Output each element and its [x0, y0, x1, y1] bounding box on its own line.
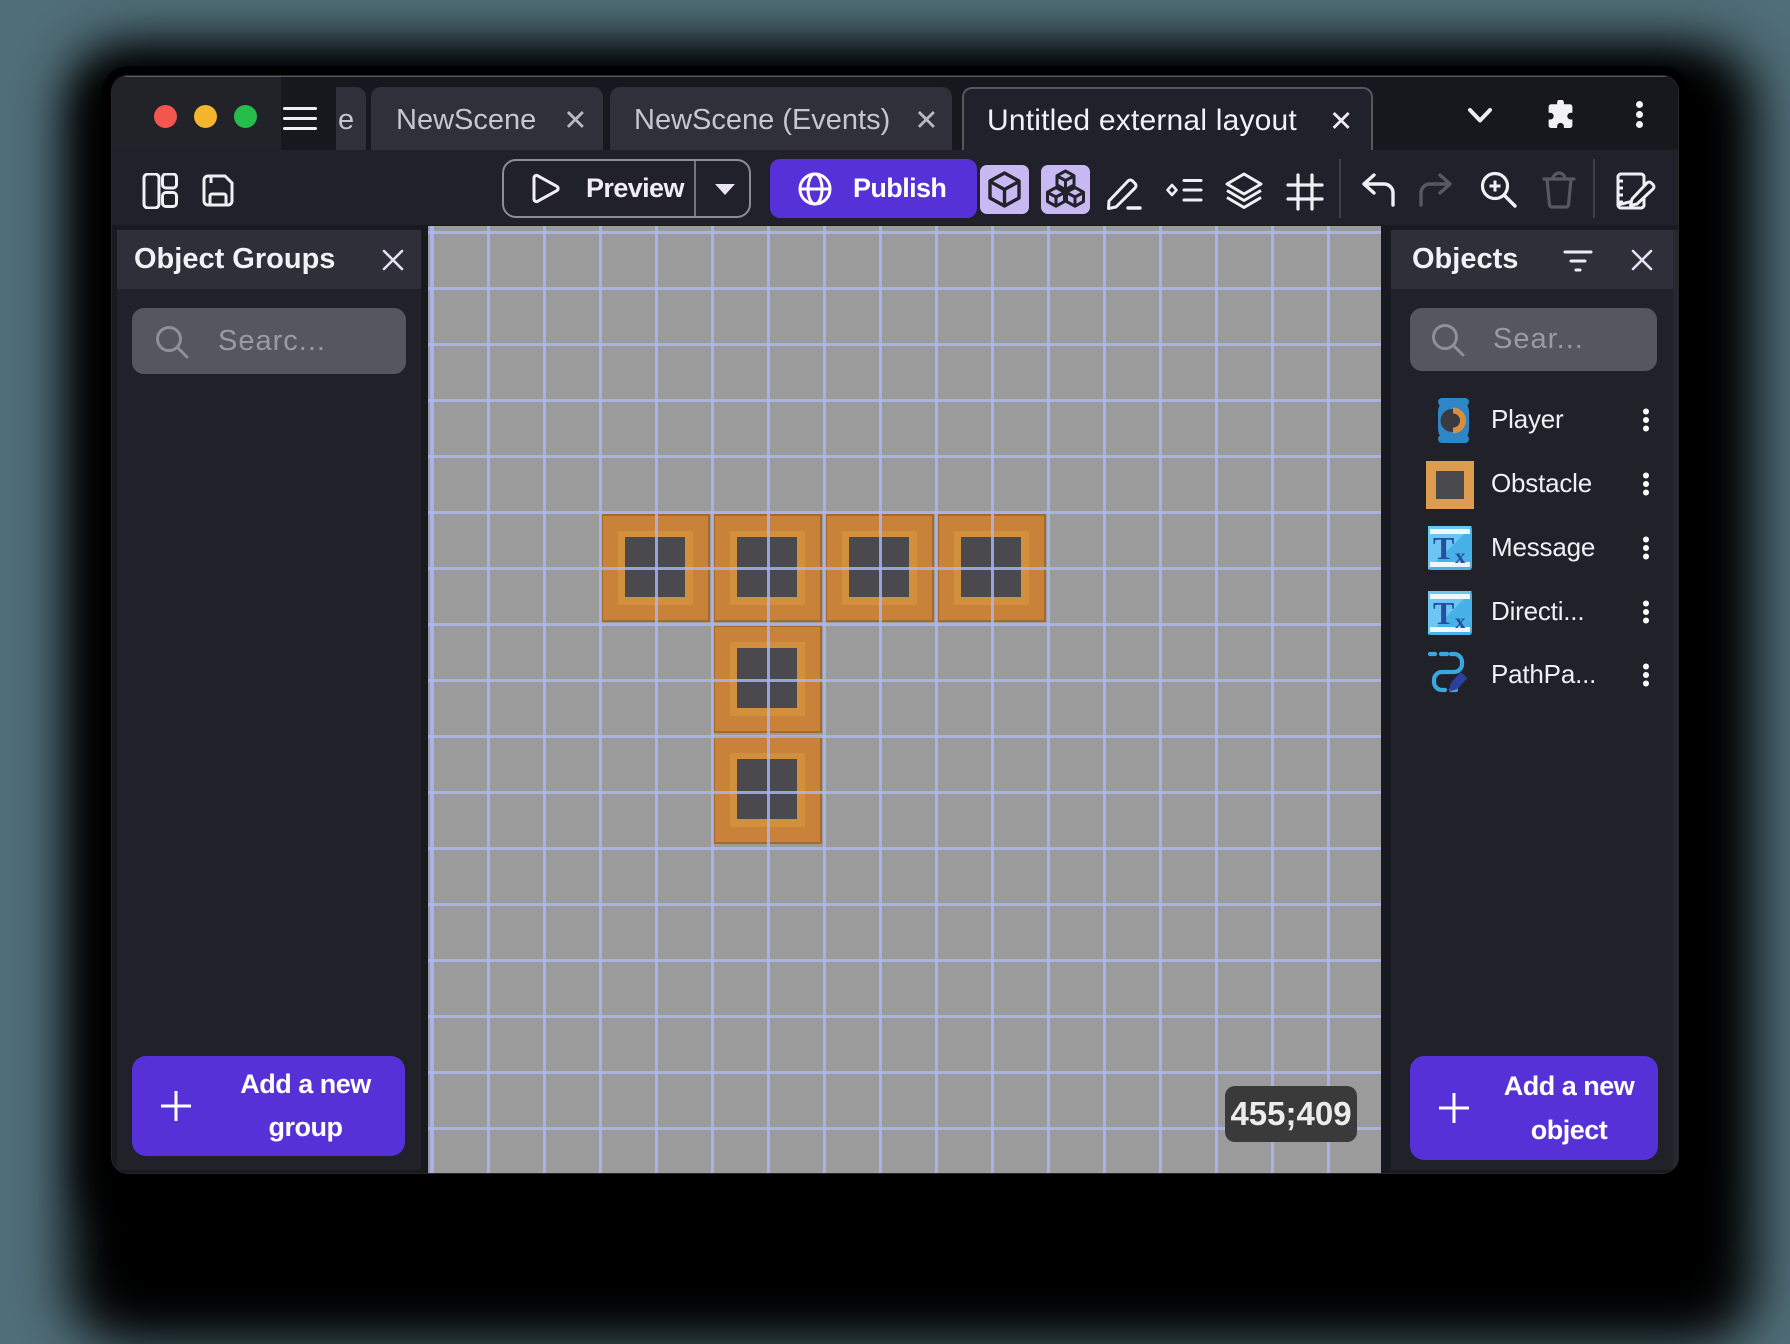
- svg-text:x: x: [1455, 544, 1466, 568]
- svg-text:x: x: [1455, 609, 1466, 633]
- svg-text:T: T: [1433, 530, 1454, 566]
- svg-text:T: T: [1433, 595, 1454, 631]
